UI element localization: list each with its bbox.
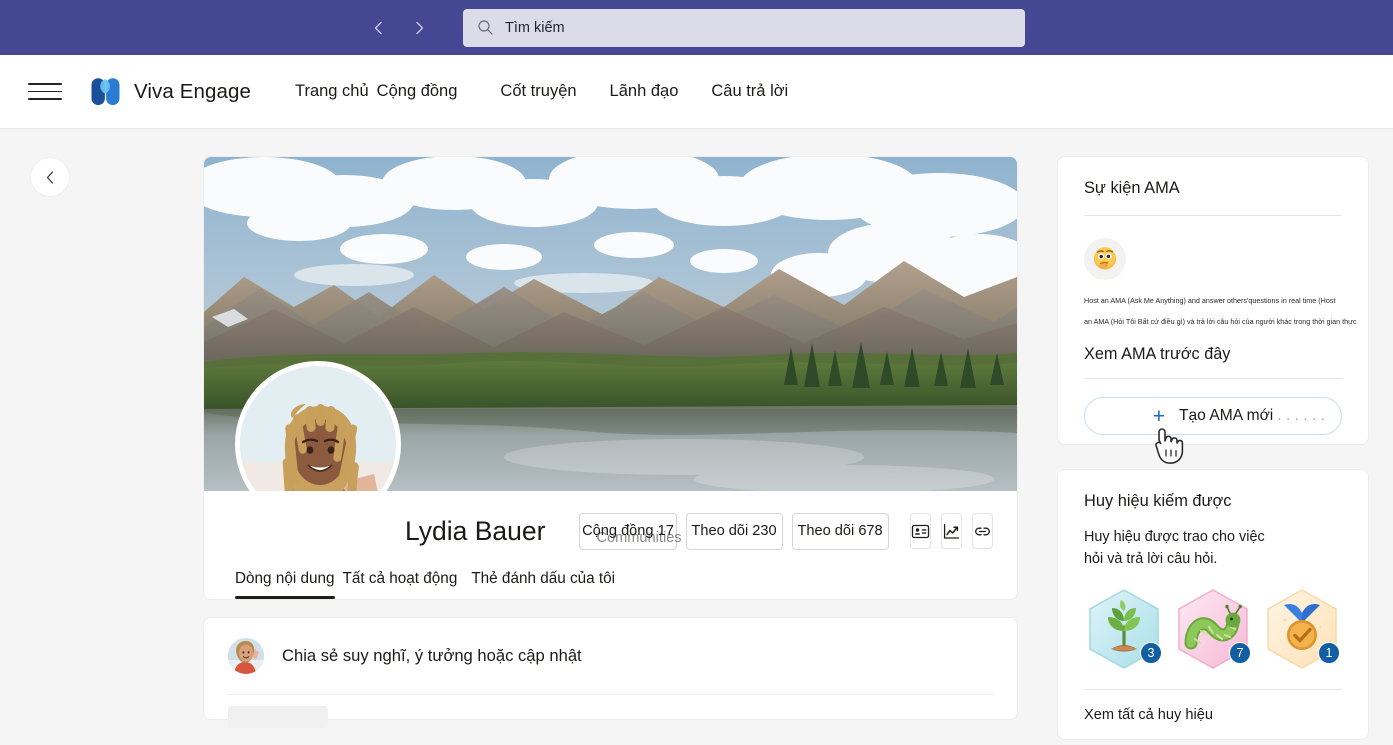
post-composer[interactable]: Chia sẻ suy nghĩ, ý tưởng hoặc cập nhật xyxy=(203,617,1018,720)
contact-card-button[interactable] xyxy=(910,513,931,549)
chevron-left-icon xyxy=(43,170,58,185)
thinking-face-emoji-icon xyxy=(1091,245,1119,273)
badge-item[interactable]: 1 xyxy=(1262,587,1342,671)
nav-item-communities[interactable]: Cộng đồng xyxy=(377,82,458,101)
badge-count: 3 xyxy=(1140,642,1162,664)
composer-placeholder: Chia sẻ suy nghĩ, ý tưởng hoặc cập nhật xyxy=(282,646,582,666)
forward-arrow-button[interactable] xyxy=(408,17,430,39)
ama-description-line2: an AMA (Hỏi Tôi Bất cứ điều gì) và trả l… xyxy=(1084,313,1342,332)
chevron-left-icon xyxy=(371,20,387,36)
avatar xyxy=(228,638,264,674)
lydia-bauer-avatar-image xyxy=(240,366,396,491)
stat-communities-button[interactable]: Cộng đồng 17 xyxy=(579,513,676,550)
tab-my-bookmarks[interactable]: Thẻ đánh dấu của tôi xyxy=(471,570,615,599)
nav-item-home[interactable]: Trang chủ xyxy=(295,82,369,101)
composer-action-chip[interactable] xyxy=(228,706,328,728)
stat-following-button[interactable]: Theo dõi 230 xyxy=(686,513,783,550)
composer-divider xyxy=(228,694,993,695)
nav-item-leadership[interactable]: Lãnh đạo xyxy=(610,82,679,101)
ama-description-line1: Host an AMA (Ask Me Anything) and answer… xyxy=(1084,292,1342,311)
divider xyxy=(1084,689,1342,690)
chevron-right-icon xyxy=(411,20,427,36)
current-user-avatar-image xyxy=(228,638,264,674)
composer-row: Chia sẻ suy nghĩ, ý tưởng hoặc cập nhật xyxy=(228,638,993,674)
divider xyxy=(1084,215,1342,216)
plus-icon: + xyxy=(1153,406,1165,427)
stat-communities-label: Cộng đồng 17 xyxy=(582,523,674,539)
badge-item[interactable]: 3 xyxy=(1084,587,1164,671)
brand-name: Viva Engage xyxy=(134,80,251,104)
search-icon xyxy=(477,19,494,36)
brand-home-link[interactable]: Viva Engage xyxy=(90,77,251,106)
page-back-button[interactable] xyxy=(30,157,70,197)
view-all-badges-link[interactable]: Xem tất cả huy hiệu xyxy=(1084,707,1342,723)
tab-all-activity[interactable]: Tất cả hoạt động xyxy=(343,570,458,599)
search-input-text: Tìm kiếm xyxy=(505,20,565,36)
profile-card: Lydia Bauer Cộng đồng 17 Theo dõi 230 Th… xyxy=(203,156,1018,600)
main-navigation: Trang chủ Cộng đồng Cốt truyện Lãnh đạo … xyxy=(295,82,788,101)
badges-card-subtitle: Huy hiệu được trao cho việc hỏi và trả l… xyxy=(1084,526,1269,571)
stat-followers-button[interactable]: Theo dõi 678 xyxy=(792,513,889,550)
top-navigation-bar: Tìm kiếm xyxy=(0,0,1393,55)
analytics-chart-icon xyxy=(942,522,961,541)
view-past-ama-link[interactable]: Xem AMA trước đây xyxy=(1084,345,1342,364)
profile-identity-row: Lydia Bauer Cộng đồng 17 Theo dõi 230 Th… xyxy=(204,491,1017,553)
ama-card-title: Sự kiện AMA xyxy=(1084,179,1342,198)
badge-list: 3 xyxy=(1084,587,1342,671)
ama-events-card: Sự kiện AMA Host an AMA (Ask Me An xyxy=(1057,156,1369,445)
badge-count: 1 xyxy=(1318,642,1340,664)
hamburger-menu-icon[interactable] xyxy=(28,77,62,107)
hand-cursor-icon xyxy=(1147,424,1189,470)
viva-engage-logo-icon xyxy=(90,77,121,106)
profile-tabs: Dòng nội dung Tất cả hoạt động Thẻ đánh … xyxy=(204,553,1017,599)
badges-card-title: Huy hiệu kiếm được xyxy=(1084,492,1342,511)
thinking-face-emoji xyxy=(1084,238,1126,280)
analytics-button[interactable] xyxy=(941,513,962,549)
page-title: Lydia Bauer xyxy=(405,516,545,547)
back-arrow-button[interactable] xyxy=(368,17,390,39)
nav-item-answers[interactable]: Câu trả lời xyxy=(711,82,788,101)
contact-card-icon xyxy=(911,522,930,541)
navigation-arrows xyxy=(368,17,430,39)
tab-feed[interactable]: Dòng nội dung xyxy=(235,570,335,599)
link-icon xyxy=(973,522,992,541)
stat-following-label: Theo dõi 230 xyxy=(691,523,776,539)
badge-count: 7 xyxy=(1229,642,1251,664)
create-new-ama-button[interactable]: + Tạo AMA mới xyxy=(1084,397,1342,435)
divider xyxy=(1084,378,1342,379)
main-column: Lydia Bauer Cộng đồng 17 Theo dõi 230 Th… xyxy=(203,156,1018,720)
nav-item-storyline[interactable]: Cốt truyện xyxy=(500,82,576,101)
app-header: Viva Engage Trang chủ Cộng đồng Cốt truy… xyxy=(0,55,1393,129)
search-input[interactable]: Tìm kiếm xyxy=(463,9,1025,47)
right-rail: Sự kiện AMA Host an AMA (Ask Me An xyxy=(1057,156,1369,740)
earned-badges-card: Huy hiệu kiếm được Huy hiệu được trao ch… xyxy=(1057,469,1369,740)
stat-followers-label: Theo dõi 678 xyxy=(797,523,882,539)
page-body: Lydia Bauer Cộng đồng 17 Theo dõi 230 Th… xyxy=(0,129,1393,745)
avatar xyxy=(235,361,401,491)
badge-item[interactable]: 7 xyxy=(1173,587,1253,671)
copy-link-button[interactable] xyxy=(972,513,993,549)
create-new-ama-label: Tạo AMA mới xyxy=(1179,407,1273,425)
cover-photo xyxy=(204,157,1017,491)
